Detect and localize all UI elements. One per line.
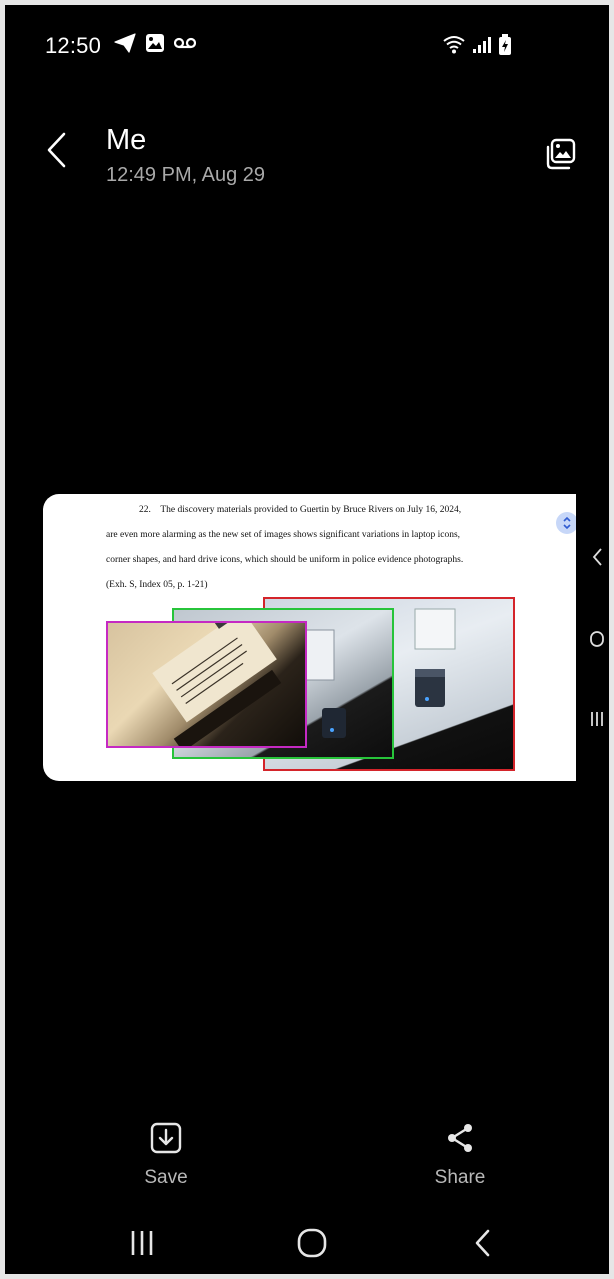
share-button[interactable]: Share — [420, 1122, 500, 1189]
chevron-left-icon — [475, 1229, 490, 1257]
paragraph-line: 22. The discovery materials provided to … — [139, 505, 462, 515]
chevron-left-icon — [592, 548, 602, 566]
status-left-icons — [114, 33, 197, 58]
nav-home-button[interactable] — [292, 1226, 332, 1260]
bottom-action-bar: Save Share — [0, 1118, 614, 1198]
header: Me 12:49 PM, Aug 29 — [0, 110, 614, 200]
download-icon — [150, 1122, 182, 1154]
wifi-calling-icon — [442, 35, 466, 60]
nav-recents-button[interactable] — [122, 1226, 162, 1260]
recents-icon — [591, 712, 603, 726]
chevron-left-icon — [47, 132, 66, 168]
scroll-handle-button[interactable] — [556, 512, 576, 534]
back-button[interactable] — [44, 130, 84, 174]
view-in-gallery-button[interactable] — [544, 138, 580, 174]
paragraph-line: are even more alarming as the new set of… — [106, 530, 461, 540]
gallery-icon — [546, 138, 576, 170]
recents-icon — [131, 1231, 153, 1255]
signal-icon — [472, 36, 492, 59]
side-recents-button[interactable] — [582, 708, 612, 735]
system-navigation-bar — [0, 1212, 614, 1272]
message-image[interactable]: 22. The discovery materials provided to … — [43, 494, 576, 781]
paragraph-line: (Exh. S, Index 05, p. 1-21) — [106, 580, 208, 590]
paragraph-line: corner shapes, and hard drive icons, whi… — [106, 555, 464, 565]
image-icon — [145, 33, 165, 58]
share-label: Share — [434, 1167, 486, 1188]
side-back-button[interactable] — [582, 546, 612, 573]
message-timestamp: 12:49 PM, Aug 29 — [106, 164, 266, 186]
status-bar: 12:50 — [0, 0, 614, 92]
home-icon — [590, 631, 604, 647]
battery-charging-icon — [498, 34, 512, 61]
share-icon — [448, 1124, 472, 1152]
up-down-arrows-icon — [563, 516, 571, 530]
home-icon — [297, 1228, 327, 1258]
save-label: Save — [144, 1167, 188, 1188]
page-title: Me — [106, 124, 147, 156]
status-time: 12:50 — [45, 33, 102, 58]
telegram-icon — [114, 33, 136, 58]
status-right-icons — [442, 34, 512, 61]
side-home-button[interactable] — [582, 628, 612, 655]
evidence-photo-magenta-frame — [106, 621, 307, 748]
document-paragraph: 22. The discovery materials provided to … — [106, 498, 516, 598]
nav-back-button[interactable] — [462, 1226, 502, 1260]
voicemail-icon — [173, 36, 197, 55]
save-button[interactable]: Save — [126, 1122, 206, 1189]
